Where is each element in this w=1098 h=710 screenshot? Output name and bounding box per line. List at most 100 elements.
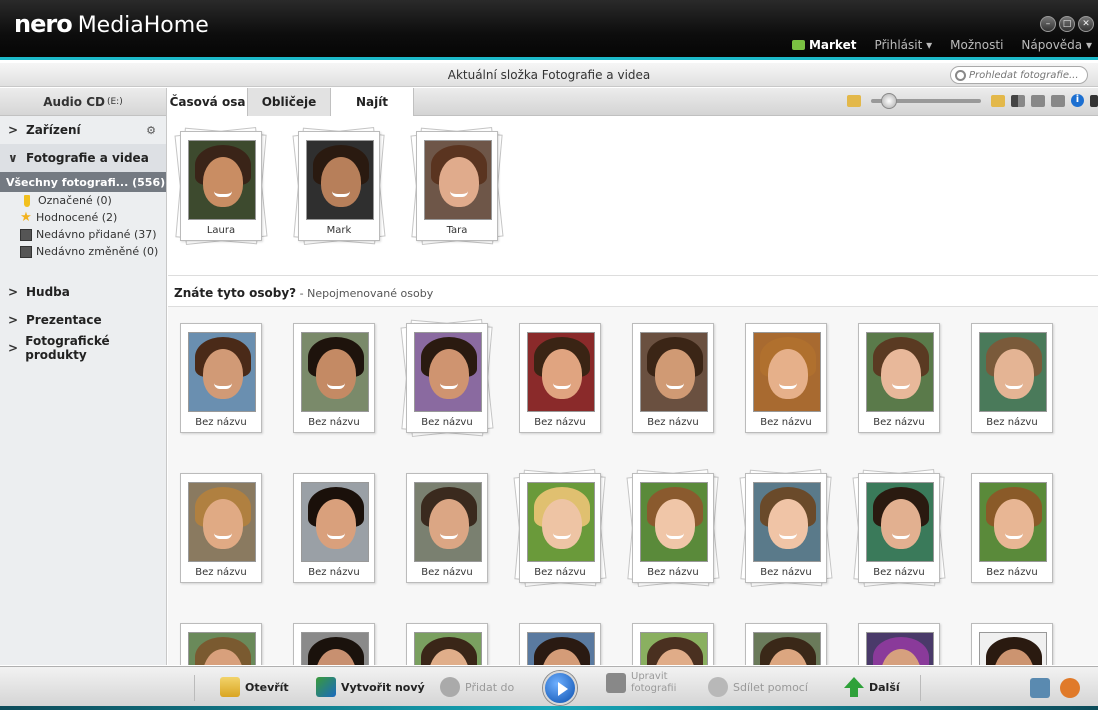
face-card[interactable]: Bez názvu [519,323,601,433]
sidebar-item-audio-cd[interactable]: Audio CD (E:) [0,88,166,116]
face-thumbnail[interactable] [979,332,1047,412]
minimize-icon[interactable]: – [1040,16,1056,32]
face-card[interactable]: Bez názvu [852,469,946,587]
sidebar-item-recently-changed[interactable]: Nedávno změněné (0) [0,243,166,260]
face-thumbnail[interactable] [188,632,256,665]
face-thumbnail[interactable] [979,632,1047,665]
face-card[interactable]: Bez názvu [745,623,827,665]
face-card[interactable]: Bez názvu [180,623,262,665]
burn-icon[interactable] [1060,678,1080,698]
view-tools: i [847,92,1098,109]
zoom-slider-handle[interactable] [881,92,897,109]
face-card[interactable]: Bez názvu [519,623,601,665]
sidebar-item-presentations[interactable]: > Prezentace [0,306,166,334]
face-thumbnail[interactable] [640,482,708,562]
face-card[interactable]: Bez názvu [293,473,375,583]
monitor-icon[interactable] [1030,678,1050,698]
close-icon[interactable]: ✕ [1078,16,1094,32]
face-card[interactable]: Bez názvu [971,473,1053,583]
options-menu[interactable]: Možnosti [950,38,1003,52]
face-card[interactable]: Bez názvu [971,323,1053,433]
share-button[interactable]: Sdílet pomocí [708,677,808,697]
face-card[interactable]: Bez názvu [626,469,720,587]
tab-find[interactable]: Najít [330,88,414,116]
tab-faces[interactable]: Obličeje [248,88,330,116]
sidebar-item-all-photos[interactable]: Všechny fotografi... (556) [0,172,166,192]
face-card[interactable]: Bez názvu [400,319,494,437]
face-card[interactable]: Bez názvu [513,469,607,587]
face-card[interactable]: Bez názvu [971,623,1053,665]
face-thumbnail[interactable] [301,632,369,665]
face-card[interactable]: Laura [174,127,268,245]
face-thumbnail[interactable] [188,140,256,220]
zoom-slider[interactable] [871,92,981,109]
face-thumbnail[interactable] [753,332,821,412]
edit-photos-button[interactable]: Upravit fotografii [606,671,676,695]
people-icon[interactable] [1090,94,1098,107]
market-button[interactable]: Market [791,38,856,52]
sidebar-item-music[interactable]: > Hudba [0,278,166,306]
login-menu[interactable]: Přihlásit ▾ [874,38,932,52]
face-card[interactable]: Bez názvu [632,323,714,433]
card-paper: Bez názvu [293,623,375,665]
top-menu: Market Přihlásit ▾ Možnosti Nápověda ▾ [791,38,1092,52]
sidebar-item-rated[interactable]: ★ Hodnocené (2) [0,209,166,226]
face-thumbnail[interactable] [866,332,934,412]
face-card[interactable]: Bez názvu [745,323,827,433]
sidebar-item-devices[interactable]: > Zařízení ⚙ [0,116,166,144]
create-new-button[interactable]: Vytvořit nový [316,677,425,697]
face-thumbnail[interactable] [527,332,595,412]
large-thumbnail-icon[interactable] [991,94,1005,107]
tab-timeline[interactable]: Časová osa [168,88,248,116]
face-card[interactable]: Bez názvu [858,323,940,433]
next-button[interactable]: Další [844,677,900,697]
face-thumbnail[interactable] [753,632,821,665]
grid-view-icon[interactable] [1011,94,1025,107]
view-options-icon[interactable] [1051,94,1065,107]
face-thumbnail[interactable] [424,140,492,220]
face-thumbnail[interactable] [979,482,1047,562]
face-thumbnail[interactable] [301,482,369,562]
help-menu[interactable]: Nápověda ▾ [1021,38,1092,52]
chevron-right-icon: > [8,285,19,299]
face-card[interactable]: Bez názvu [293,623,375,665]
sidebar-item-tagged[interactable]: Označené (0) [0,192,166,209]
face-thumbnail[interactable] [414,632,482,665]
face-thumbnail[interactable] [414,332,482,412]
small-thumbnail-icon[interactable] [847,94,861,107]
face-thumbnail[interactable] [301,332,369,412]
face-card[interactable]: Bez názvu [293,323,375,433]
face-thumbnail[interactable] [640,332,708,412]
face-thumbnail[interactable] [753,482,821,562]
face-thumbnail[interactable] [640,632,708,665]
open-button[interactable]: Otevřít [220,677,289,697]
gear-icon[interactable]: ⚙ [146,124,156,137]
sidebar-item-photo-products[interactable]: > Fotografické produkty [0,334,166,362]
face-card[interactable]: Mark [292,127,386,245]
face-thumbnail[interactable] [527,632,595,665]
face-card[interactable]: Bez názvu [406,623,488,665]
face-thumbnail[interactable] [188,482,256,562]
face-card[interactable]: Bez názvu [406,473,488,583]
add-to-button[interactable]: Přidat do [440,677,514,697]
info-icon[interactable]: i [1071,94,1084,107]
face-card[interactable]: Bez názvu [739,469,833,587]
face-thumbnail[interactable] [414,482,482,562]
face-thumbnail[interactable] [866,482,934,562]
play-button[interactable] [543,671,577,705]
face-card[interactable]: Bez názvu [632,623,714,665]
sidebar-item-recently-added[interactable]: Nedávno přidané (37) [0,226,166,243]
search-box[interactable] [950,66,1088,84]
sidebar-item-photos-videos[interactable]: ∨ Fotografie a videa [0,144,166,172]
search-input[interactable] [969,69,1079,81]
list-view-icon[interactable] [1031,94,1045,107]
maximize-icon[interactable]: □ [1059,16,1075,32]
face-thumbnail[interactable] [188,332,256,412]
face-thumbnail[interactable] [866,632,934,665]
face-card[interactable]: Bez názvu [180,473,262,583]
face-card[interactable]: Bez názvu [180,323,262,433]
face-thumbnail[interactable] [306,140,374,220]
face-thumbnail[interactable] [527,482,595,562]
face-card[interactable]: Bez názvu [858,623,940,665]
face-card[interactable]: Tara [410,127,504,245]
